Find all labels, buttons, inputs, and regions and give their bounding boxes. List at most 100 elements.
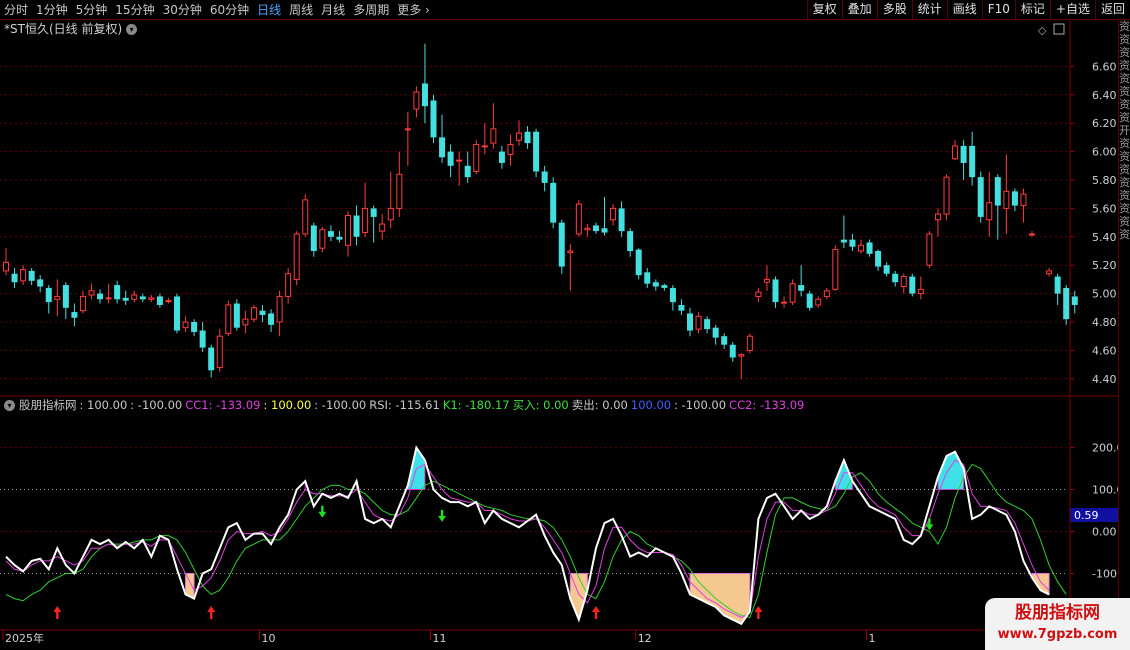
toolbar-button-2[interactable]: 多股: [876, 0, 912, 20]
period-tab-2[interactable]: 5分钟: [72, 0, 112, 20]
candle-body: [1011, 191, 1018, 206]
candle-body: [798, 285, 805, 291]
candle-body: [618, 208, 625, 232]
candle-body: [729, 344, 736, 358]
indicator-value-6: RSI: -115.61: [369, 398, 440, 412]
candle-body: [558, 222, 565, 267]
period-tab-5[interactable]: 60分钟: [206, 0, 253, 20]
candle-body: [54, 295, 61, 300]
indicator-menu-icon[interactable]: ▾: [4, 400, 15, 411]
side-char: 资: [1119, 189, 1130, 202]
candle-body: [669, 287, 676, 303]
toolbar-button-6[interactable]: 标记: [1014, 0, 1050, 20]
candle-body: [156, 296, 163, 305]
price-tick-label: 6.00: [1092, 146, 1117, 159]
chart-area[interactable]: 4.40 4.60 4.80 5.00 5.20 5.40 5.60 5.80 6.00 6.20…: [0, 0, 1130, 650]
candle-body: [379, 223, 386, 232]
period-tab-0[interactable]: 分时: [0, 0, 32, 20]
period-tab-8[interactable]: 月线: [317, 0, 349, 20]
candle-body: [712, 327, 719, 338]
stock-title-bar: *ST恒久(日线 前复权) ▾: [0, 20, 138, 38]
candle-body: [755, 291, 762, 297]
candle-body: [413, 91, 420, 110]
candle-body: [789, 283, 796, 303]
indicator-grid: [0, 447, 1068, 574]
candle-body: [11, 273, 18, 283]
candle-body: [763, 278, 770, 283]
candle-body: [575, 203, 582, 235]
period-tab-7[interactable]: 周线: [285, 0, 317, 20]
candle-body: [276, 295, 283, 323]
candle-body: [661, 285, 668, 288]
candle-body: [456, 159, 463, 162]
candle-body: [524, 131, 531, 144]
candle-body: [704, 319, 711, 330]
candle-body: [806, 293, 813, 308]
candle-body: [336, 236, 343, 240]
candle-body: [986, 202, 993, 221]
candle-body: [969, 145, 976, 178]
indicator-value-7: K1: -180.17: [442, 398, 510, 412]
indicator-value-9: 卖出: 0.00: [571, 398, 628, 412]
toolbar-button-8[interactable]: 返回: [1094, 0, 1130, 20]
side-char: 资: [1119, 137, 1130, 150]
candle-body: [943, 176, 950, 215]
candle-body: [139, 296, 146, 300]
period-tab-6[interactable]: 日线: [253, 0, 285, 20]
date-tick-label: 11: [433, 632, 447, 645]
toolbar-button-7[interactable]: +自选: [1049, 0, 1095, 20]
indicator-value-2: : -100.00: [130, 398, 183, 412]
watermark-logo: 股朋指标网 www.7gpzb.com: [985, 598, 1130, 650]
price-tick-label: 6.20: [1092, 117, 1117, 130]
buy-arrow-icon: [207, 606, 216, 619]
candle-body: [216, 335, 223, 368]
candle-body: [362, 207, 369, 234]
period-tab-4[interactable]: 30分钟: [159, 0, 206, 20]
candle-body: [481, 145, 488, 148]
candle-body: [601, 228, 608, 233]
chevron-down-icon[interactable]: ▾: [126, 24, 138, 35]
side-char: 资: [1119, 228, 1130, 241]
indicator-value-11: : -100.00: [674, 398, 727, 412]
buy-arrow-icon: [591, 606, 600, 619]
candle-body: [917, 288, 924, 295]
period-tab-9[interactable]: 多周期: [349, 0, 393, 20]
candle-body: [319, 229, 326, 249]
sell-arrow-icon: [925, 518, 934, 531]
toolbar-button-3[interactable]: 统计: [911, 0, 947, 20]
toolbar-button-1[interactable]: 叠加: [841, 0, 877, 20]
watermark-url: www.7gpzb.com: [997, 627, 1118, 642]
candle-body: [71, 312, 78, 318]
side-char: 资: [1119, 46, 1130, 59]
toolbar-button-4[interactable]: 画线: [946, 0, 982, 20]
indicator-value-8: 买入: 0.00: [512, 398, 569, 412]
candle-body: [165, 300, 172, 303]
candle-body: [584, 227, 591, 231]
period-tab-3[interactable]: 15分钟: [111, 0, 158, 20]
candle-body: [635, 249, 642, 276]
period-tab-10[interactable]: 更多 ›: [393, 0, 434, 20]
candle-body: [849, 239, 856, 247]
candle-body: [1063, 287, 1070, 320]
candle-body: [122, 297, 129, 301]
indicator-values: 股朋指标网: 100.00: -100.00 CC1: -133.09: 100.…: [19, 398, 807, 412]
watermark-title: 股朋指标网: [1015, 603, 1100, 623]
candle-body: [892, 273, 899, 283]
candle-body: [627, 231, 634, 251]
right-side-panel[interactable]: 资资资资资资资资开资资资资资资资资: [1118, 20, 1130, 650]
date-tick-label: 12: [638, 632, 652, 645]
candle-body: [840, 239, 847, 243]
candle-body: [62, 285, 69, 308]
candle-body: [225, 304, 232, 334]
sell-arrow-icon: [318, 505, 327, 518]
price-tick-label: 6.60: [1092, 60, 1117, 73]
indicator-line-1: [5, 459, 1050, 619]
indicator-value-12: CC2: -133.09: [729, 398, 805, 412]
period-tab-1[interactable]: 1分钟: [32, 0, 72, 20]
date-tick-label: 10: [262, 632, 276, 645]
toolbar-button-5[interactable]: F10: [981, 0, 1015, 20]
price-tick-label: 4.40: [1092, 373, 1117, 386]
toolbar-button-0[interactable]: 复权: [806, 0, 842, 20]
side-char: 资: [1119, 163, 1130, 176]
candle-body: [866, 242, 873, 254]
